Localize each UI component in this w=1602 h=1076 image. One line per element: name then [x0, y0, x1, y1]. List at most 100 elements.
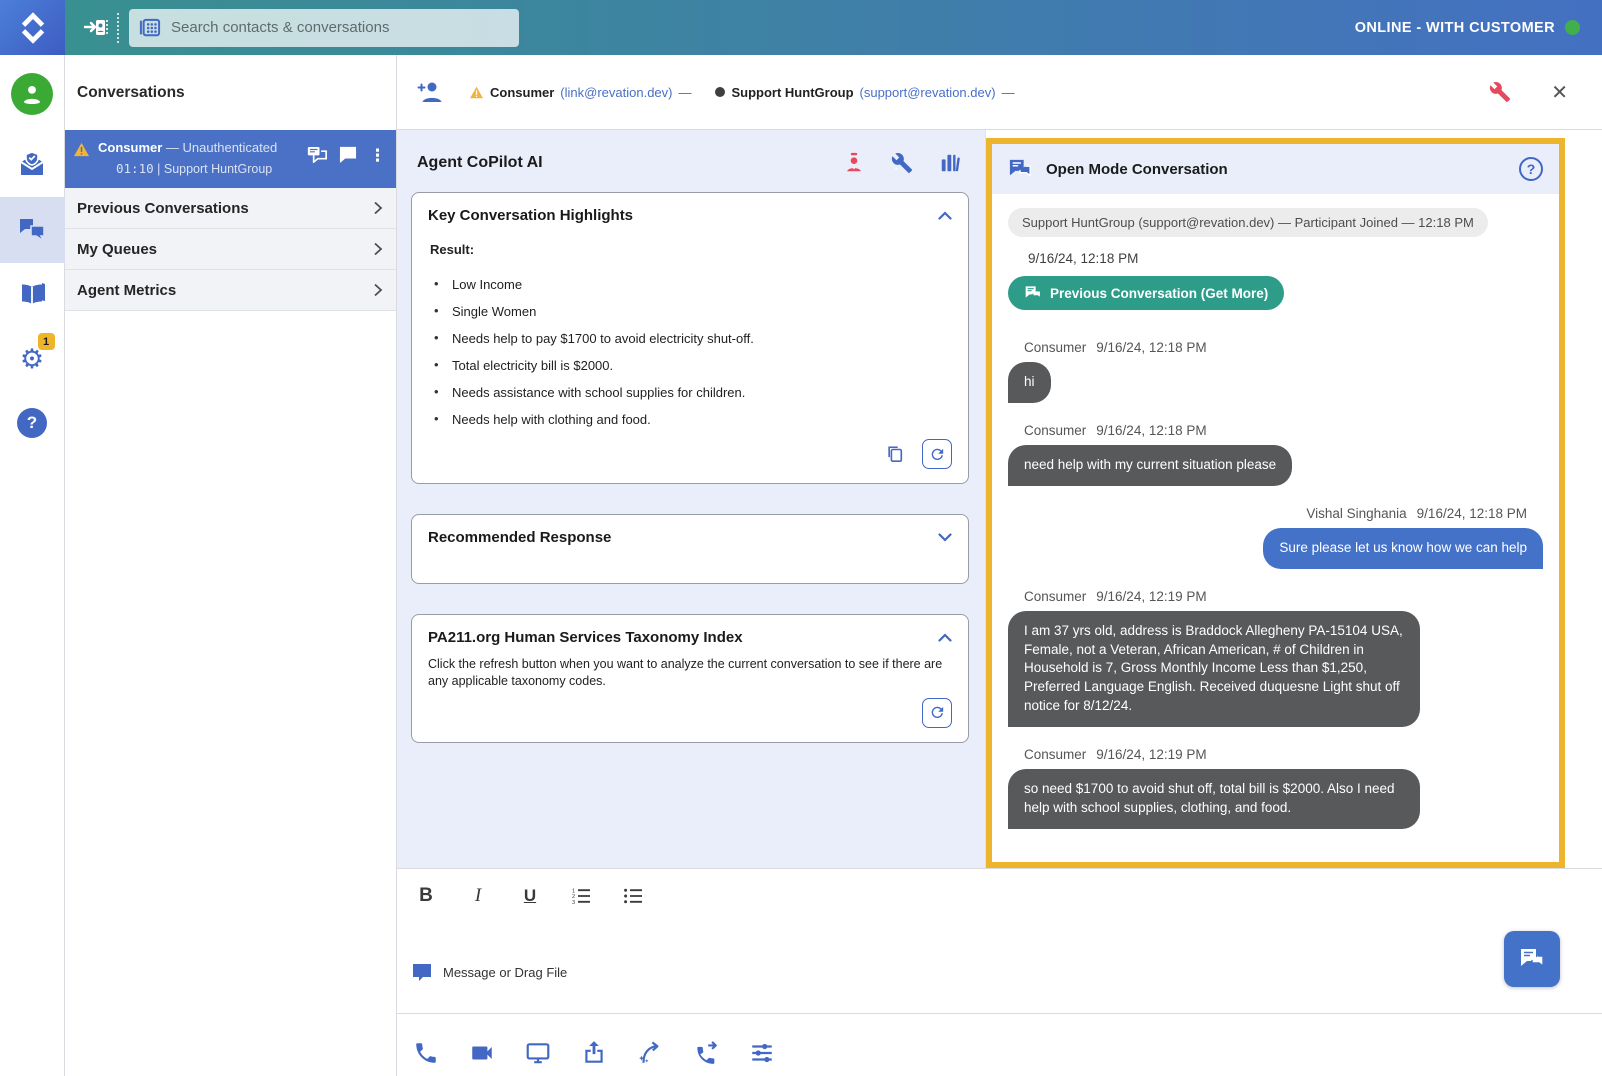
- status-online-dot: [1565, 20, 1580, 35]
- sliders-icon: [749, 1040, 775, 1066]
- copilot-title: Agent CoPilot AI: [417, 154, 543, 172]
- highlight-item: Needs help with clothing and food.: [434, 412, 952, 427]
- sidebar-item-settings[interactable]: ⚙ 1: [0, 327, 65, 391]
- active-conversation-item[interactable]: Consumer — Unauthenticated 01:10 | Suppo…: [65, 130, 396, 188]
- arrow-into-contact-card-icon: [83, 16, 109, 40]
- sparkle-arrow-icon: [637, 1040, 663, 1066]
- chevron-down-icon: [938, 533, 952, 542]
- participant-support-email[interactable]: (support@revation.dev): [860, 85, 996, 100]
- conversation-nav-item-label: My Queues: [77, 241, 157, 258]
- phone-forward-icon: [693, 1040, 719, 1066]
- numbered-list-icon: 1 2 3: [571, 887, 591, 905]
- conversation-nav-item[interactable]: Agent Metrics: [65, 270, 396, 311]
- help-icon: ?: [17, 408, 47, 438]
- phone-icon: [413, 1040, 439, 1066]
- refresh-taxonomy-button[interactable]: [922, 698, 952, 728]
- participant-support-name: Support HuntGroup: [731, 85, 853, 100]
- italic-button[interactable]: I: [467, 885, 489, 907]
- send-chat-icon: [1519, 947, 1545, 971]
- file-share-button[interactable]: [577, 1036, 611, 1070]
- chat-bubble-icon[interactable]: [339, 146, 357, 163]
- copy-highlights-button[interactable]: [880, 439, 910, 469]
- copilot-person-off-icon[interactable]: [843, 152, 865, 174]
- sidebar-item-help[interactable]: ?: [0, 391, 65, 455]
- message-sender: Consumer: [1024, 589, 1086, 604]
- search-input[interactable]: [171, 19, 509, 36]
- chat-message-bubble: need help with my current situation plea…: [1008, 445, 1292, 486]
- svg-text:3: 3: [572, 900, 575, 905]
- chat-date-label: 9/16/24, 12:18 PM: [1028, 251, 1543, 266]
- profile-avatar-button[interactable]: [0, 55, 65, 133]
- copilot-panel: Agent CoPilot AI: [397, 130, 986, 868]
- conversation-nav-item[interactable]: My Queues: [65, 229, 396, 270]
- refresh-highlights-button[interactable]: [922, 439, 952, 469]
- numbered-list-button[interactable]: 1 2 3: [571, 887, 593, 905]
- bold-button[interactable]: B: [415, 885, 437, 907]
- previous-conversation-button-label: Previous Conversation (Get More): [1050, 286, 1268, 301]
- agent-status[interactable]: ONLINE - WITH CUSTOMER: [1355, 20, 1580, 36]
- copy-icon: [886, 445, 904, 463]
- conversations-panel-title: Conversations: [65, 55, 396, 130]
- bullet-list-icon: [623, 887, 643, 905]
- open-contact-drawer-button[interactable]: [79, 11, 113, 45]
- chevron-up-icon: [938, 633, 952, 642]
- participant-consumer-email[interactable]: (link@revation.dev): [560, 85, 672, 100]
- sidebar-item-conversations[interactable]: [0, 197, 65, 263]
- refresh-icon: [929, 446, 946, 463]
- conversation-nav-item[interactable]: Previous Conversations: [65, 188, 396, 229]
- conversations-panel: Conversations Consumer — Unauthenticated…: [65, 55, 396, 1076]
- conversation-nav-list: Previous Conversations My Queues Agent M…: [65, 188, 396, 311]
- message-input[interactable]: Message or Drag File: [397, 913, 1602, 1013]
- audio-settings-button[interactable]: [745, 1036, 779, 1070]
- message-time: 9/16/24, 12:19 PM: [1096, 589, 1206, 604]
- close-conversation-icon[interactable]: ✕: [1551, 80, 1568, 105]
- chat-message-area[interactable]: Support HuntGroup (support@revation.dev)…: [992, 194, 1559, 862]
- conversation-transfer-icon[interactable]: [307, 146, 327, 163]
- taxonomy-description: Click the refresh button when you want t…: [428, 656, 948, 690]
- screen-share-button[interactable]: [521, 1036, 555, 1070]
- highlight-item: Total electricity bill is $2000.: [434, 358, 952, 373]
- ai-escalate-button[interactable]: [633, 1036, 667, 1070]
- highlights-result-label: Result:: [430, 242, 952, 257]
- bullet-list-button[interactable]: [623, 887, 645, 905]
- conversation-nav-item-label: Previous Conversations: [77, 200, 249, 217]
- voice-call-button[interactable]: [409, 1036, 443, 1070]
- copilot-settings-wrench-icon[interactable]: [891, 152, 913, 174]
- video-call-button[interactable]: [465, 1036, 499, 1070]
- chat-message-bubble: I am 37 yrs old, address is Braddock All…: [1008, 611, 1420, 727]
- global-search[interactable]: [129, 9, 519, 47]
- highlight-item: Needs help to pay $1700 to avoid electri…: [434, 331, 952, 346]
- chat-help-icon[interactable]: ?: [1519, 157, 1543, 181]
- highlights-card: Key Conversation Highlights Result: Low …: [411, 192, 969, 484]
- add-participant-icon[interactable]: [417, 80, 445, 104]
- chat-message: Consumer 9/16/24, 12:18 PM need help wit…: [1008, 423, 1543, 486]
- sidebar-item-directory[interactable]: [0, 263, 65, 327]
- warning-icon: [73, 142, 90, 157]
- message-time: 9/16/24, 12:18 PM: [1096, 423, 1206, 438]
- message-sender: Consumer: [1024, 340, 1086, 355]
- message-composer: B I U 1 2 3: [397, 868, 1602, 1076]
- recommended-response-header[interactable]: Recommended Response: [428, 529, 952, 546]
- highlights-card-header[interactable]: Key Conversation Highlights: [428, 207, 952, 224]
- diamond-logo-icon: [14, 9, 52, 47]
- chat-message-list: Consumer 9/16/24, 12:18 PM hi Consumer 9…: [1008, 340, 1543, 829]
- taxonomy-card-header[interactable]: PA211.org Human Services Taxonomy Index: [428, 629, 952, 646]
- send-message-button[interactable]: [1504, 931, 1560, 987]
- message-time: 9/16/24, 12:19 PM: [1096, 747, 1206, 762]
- previous-conversation-button[interactable]: Previous Conversation (Get More): [1008, 276, 1284, 310]
- sidebar-item-inbox[interactable]: [0, 133, 65, 197]
- message-bubble-icon: [411, 962, 433, 982]
- copilot-analytics-icon[interactable]: [939, 152, 961, 174]
- message-sender: Consumer: [1024, 747, 1086, 762]
- conversation-menu-icon[interactable]: ⋮: [369, 146, 386, 164]
- system-event-pill: Support HuntGroup (support@revation.dev)…: [1008, 208, 1488, 237]
- avatar: [11, 73, 53, 115]
- chat-panel-header: Open Mode Conversation ?: [992, 144, 1559, 194]
- chevron-up-icon: [938, 211, 952, 220]
- underline-button[interactable]: U: [519, 886, 541, 906]
- call-transfer-button[interactable]: [689, 1036, 723, 1070]
- left-nav-rail: ⚙ 1 ?: [0, 55, 65, 1076]
- chat-message: Consumer 9/16/24, 12:19 PM so need $1700…: [1008, 747, 1543, 829]
- conversation-tools-wrench-icon[interactable]: [1489, 81, 1511, 103]
- settings-badge: 1: [38, 333, 55, 350]
